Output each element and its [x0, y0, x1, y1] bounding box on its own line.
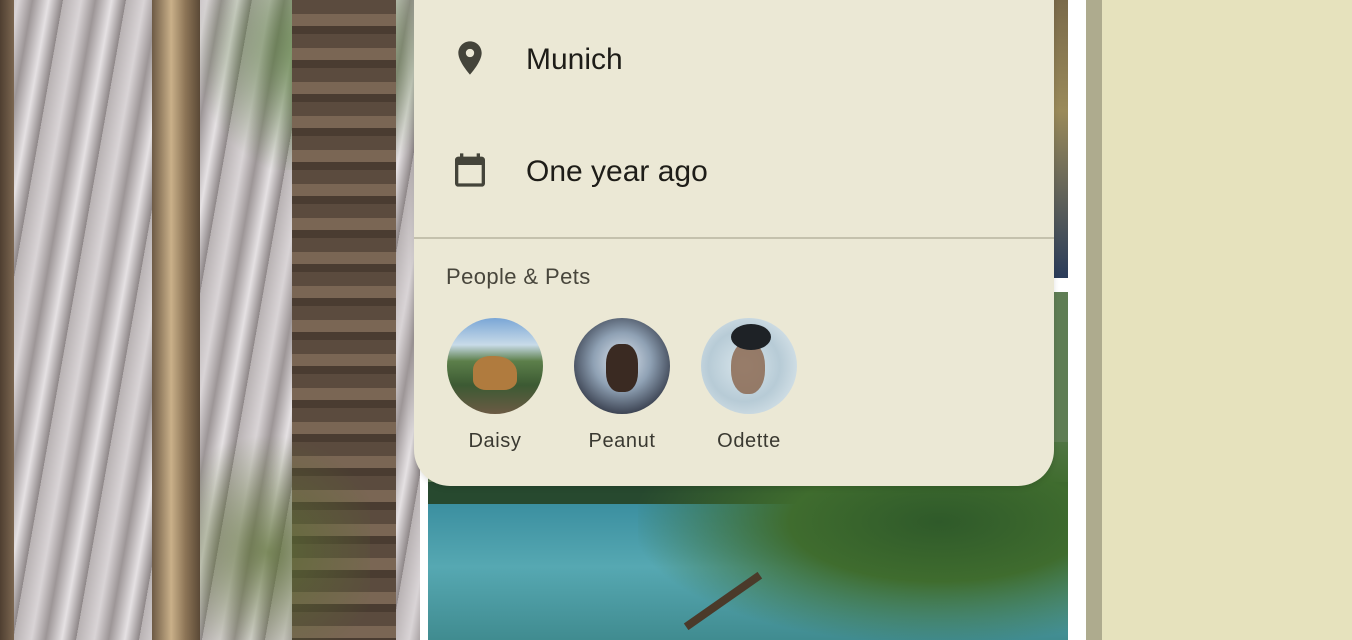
people-section-title: People & Pets — [446, 264, 591, 289]
location-pin-icon — [458, 41, 482, 75]
tree-trunk — [0, 0, 14, 640]
avatar — [574, 318, 670, 414]
calendar-icon — [455, 153, 485, 187]
location-label: Munich — [526, 43, 623, 76]
panel-divider — [1086, 0, 1102, 640]
avatar — [701, 318, 797, 414]
location-row[interactable]: Munich — [414, 33, 1054, 103]
hair-figure — [731, 324, 771, 350]
background-photo-forest-cliff[interactable] — [0, 0, 420, 640]
date-row[interactable]: One year ago — [414, 145, 1054, 215]
dog-figure — [473, 356, 517, 390]
background-photo-top-right[interactable] — [1054, 0, 1068, 278]
avatar — [447, 318, 543, 414]
photo-details-sheet: Munich One year ago People & Pets Daisy … — [414, 0, 1054, 486]
dog-figure — [606, 344, 638, 392]
person-chip-odette[interactable]: Odette — [694, 318, 804, 453]
person-name: Peanut — [588, 430, 656, 452]
tree-trunk — [152, 0, 200, 640]
person-chip-peanut[interactable]: Peanut — [567, 318, 677, 453]
person-name: Daisy — [468, 430, 522, 452]
date-label: One year ago — [526, 155, 708, 188]
right-panel — [1102, 0, 1352, 640]
person-name: Odette — [717, 430, 781, 452]
person-chip-daisy[interactable]: Daisy — [440, 318, 550, 453]
divider — [414, 237, 1054, 239]
foliage — [200, 420, 370, 640]
